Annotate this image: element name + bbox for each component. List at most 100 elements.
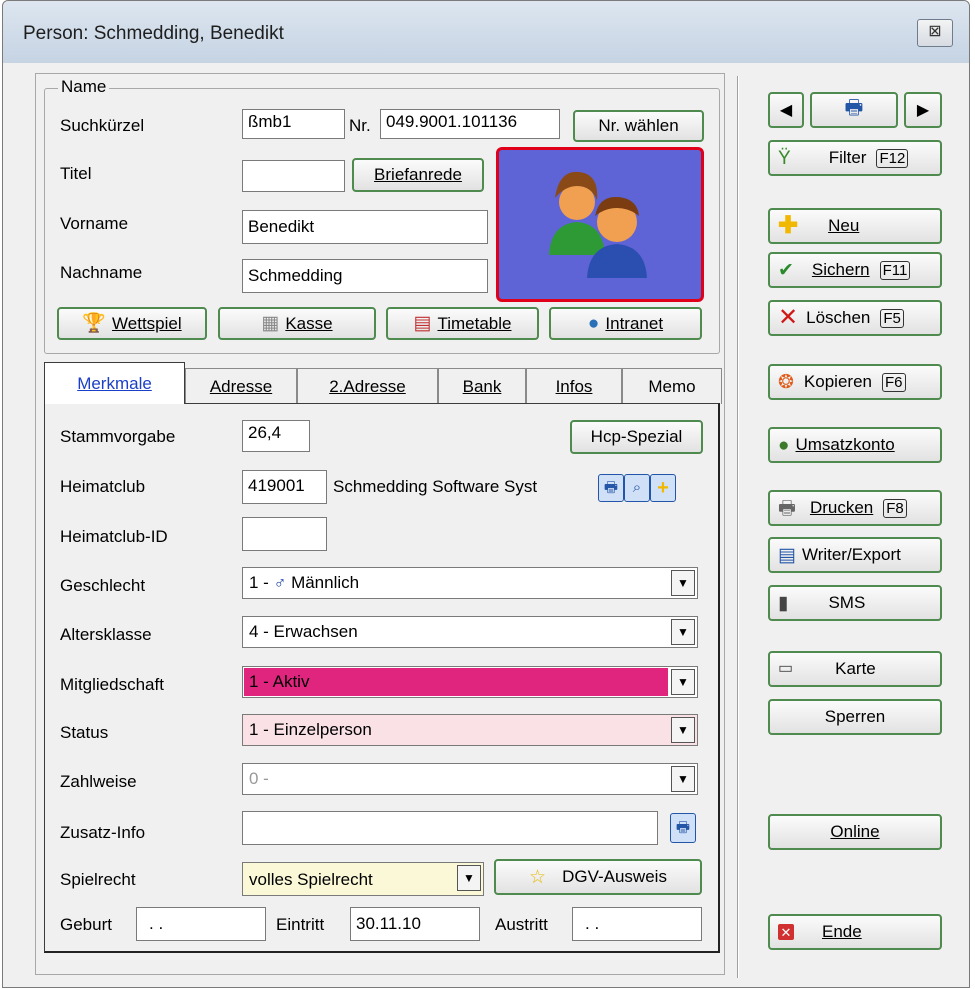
filter-label: Filter <box>828 148 867 167</box>
printer-icon: 🖶 <box>844 97 864 119</box>
briefanrede-button[interactable]: Briefanrede <box>352 158 484 192</box>
tab-adresse[interactable]: Adresse <box>185 368 297 404</box>
zahlweise-select[interactable]: 0 - ▼ <box>242 763 698 795</box>
writer-export-button[interactable]: ▤ Writer/Export <box>768 537 942 573</box>
heimatclub-name: Schmedding Software Syst <box>333 477 538 496</box>
kopieren-button[interactable]: ❂ Kopieren F6 <box>768 364 942 400</box>
online-button[interactable]: Online <box>768 814 942 850</box>
neu-button[interactable]: ✚ Neu <box>768 208 942 244</box>
geschlecht-select[interactable]: 1 - ♂ Männlich ▼ <box>242 567 698 599</box>
suchkuerzel-input[interactable]: ßmb1 <box>242 109 345 139</box>
mobile-phone-icon: ▮ <box>778 592 789 614</box>
window-title: Person: Schmedding, Benedikt <box>23 23 284 44</box>
add-heimatclub-button[interactable]: + <box>650 474 676 502</box>
status-select[interactable]: 1 - Einzelperson ▼ <box>242 714 698 746</box>
stammvorgabe-input[interactable]: 26,4 <box>242 420 310 452</box>
heimatclub-label: Heimatclub <box>60 477 146 496</box>
mitgliedschaft-select[interactable]: 1 - Aktiv ▼ <box>242 666 698 698</box>
zusatz-info-input[interactable] <box>242 811 658 845</box>
titel-label: Titel <box>60 164 92 183</box>
panel-separator <box>737 76 739 978</box>
geschlecht-prefix: 1 - <box>249 573 269 592</box>
neu-label: Neu <box>828 216 860 235</box>
filter-button[interactable]: Ÿ Filter F12 <box>768 140 942 176</box>
sms-button[interactable]: ▮ SMS <box>768 585 942 621</box>
tab-infos[interactable]: Infos <box>526 368 622 404</box>
karte-label: Karte <box>835 659 876 678</box>
kopieren-key: F6 <box>881 372 906 392</box>
nr-waehlen-button[interactable]: Nr. wählen <box>573 110 704 142</box>
intranet-button[interactable]: ● Intranet <box>549 307 702 340</box>
umsatzkonto-button[interactable]: ● Umsatzkonto <box>768 427 942 463</box>
money-icon: ● <box>778 434 790 456</box>
print-zusatz-button[interactable]: 🖶 <box>670 813 696 843</box>
stammvorgabe-label: Stammvorgabe <box>60 427 176 446</box>
next-record-button[interactable]: ▶ <box>904 92 942 128</box>
ende-button[interactable]: ✕ Ende <box>768 914 942 950</box>
status-label: Status <box>60 723 109 742</box>
sichern-label: Sichern <box>811 260 870 279</box>
sichern-button[interactable]: ✔ Sichern F11 <box>768 252 942 288</box>
status-value: 1 - Einzelperson <box>249 720 372 739</box>
vorname-input[interactable]: Benedikt <box>242 210 488 244</box>
hcp-spezial-button[interactable]: Hcp-Spezial <box>570 420 703 454</box>
geschlecht-value: Männlich <box>291 573 360 592</box>
chevron-down-icon[interactable]: ▼ <box>671 669 695 695</box>
geburt-label: Geburt <box>60 915 112 934</box>
globe-icon: ● <box>587 313 600 334</box>
timetable-button[interactable]: ▤ Timetable <box>386 307 539 340</box>
sperren-button[interactable]: Sperren <box>768 699 942 735</box>
loeschen-key: F5 <box>880 308 904 328</box>
dgv-ausweis-button[interactable]: ☆ DGV-Ausweis <box>494 859 702 895</box>
drucken-key: F8 <box>883 498 907 518</box>
loeschen-button[interactable]: ✕ Löschen F5 <box>768 300 942 336</box>
tab-bank[interactable]: Bank <box>438 368 526 404</box>
star-icon: ☆ <box>529 866 547 888</box>
tab-merkmale[interactable]: Merkmale <box>44 362 185 404</box>
zusatz-info-label: Zusatz-Info <box>60 823 146 842</box>
sperren-label: Sperren <box>824 707 886 726</box>
sichern-key: F11 <box>879 260 911 280</box>
print-heimatclub-button[interactable]: 🖶 <box>598 474 624 502</box>
spielrecht-select[interactable]: volles Spielrecht ▼ <box>242 862 484 896</box>
geburt-input[interactable]: . . <box>136 907 266 941</box>
sms-label: SMS <box>828 593 866 612</box>
person-photo[interactable] <box>496 147 704 302</box>
nachname-input[interactable]: Schmedding <box>242 259 488 293</box>
nr-input[interactable]: 049.9001.101136 <box>380 109 560 139</box>
briefanrede-label: Briefanrede <box>374 165 462 184</box>
austritt-input[interactable]: . . <box>572 907 702 941</box>
tab-bank-label: Bank <box>462 376 502 396</box>
tab-2-adresse[interactable]: 2.Adresse <box>297 368 438 404</box>
kasse-button[interactable]: ▦ Kasse <box>218 307 376 340</box>
print-record-button[interactable]: 🖶 <box>810 92 898 128</box>
hcp-spezial-label: Hcp-Spezial <box>590 427 683 446</box>
tab-memo[interactable]: Memo <box>622 368 722 404</box>
drucken-button[interactable]: 🖶 Drucken F8 <box>768 490 942 526</box>
chevron-down-icon[interactable]: ▼ <box>457 865 481 891</box>
calendar-icon: ▤ <box>413 313 432 334</box>
zahlweise-value: 0 - <box>249 769 269 788</box>
titel-input[interactable] <box>242 160 345 192</box>
close-button[interactable]: ⊠ <box>917 19 953 47</box>
karte-button[interactable]: ▭ Karte <box>768 651 942 687</box>
previous-record-button[interactable]: ◀ <box>768 92 804 128</box>
nachname-label: Nachname <box>60 263 143 282</box>
tab-adresse-label: Adresse <box>209 376 273 396</box>
search-heimatclub-button[interactable]: ⌕ <box>624 474 650 502</box>
tab-infos-label: Infos <box>555 376 593 396</box>
heimatclub-nr-input[interactable]: 419001 <box>242 470 327 504</box>
chevron-down-icon[interactable]: ▼ <box>671 570 695 596</box>
eintritt-input[interactable]: 30.11.10 <box>350 907 480 941</box>
chevron-down-icon[interactable]: ▼ <box>671 766 695 792</box>
spielrecht-value: volles Spielrecht <box>249 870 373 889</box>
tab-memo-label: Memo <box>648 376 696 396</box>
altersklasse-select[interactable]: 4 - Erwachsen ▼ <box>242 616 698 648</box>
chevron-down-icon[interactable]: ▼ <box>671 619 695 645</box>
wettspiel-button[interactable]: 🏆 Wettspiel <box>57 307 207 340</box>
chevron-down-icon[interactable]: ▼ <box>671 717 695 743</box>
close-box-icon: ✕ <box>778 924 794 940</box>
geschlecht-label: Geschlecht <box>60 576 146 595</box>
kopieren-label: Kopieren <box>803 372 872 391</box>
heimatclub-id-input[interactable] <box>242 517 327 551</box>
